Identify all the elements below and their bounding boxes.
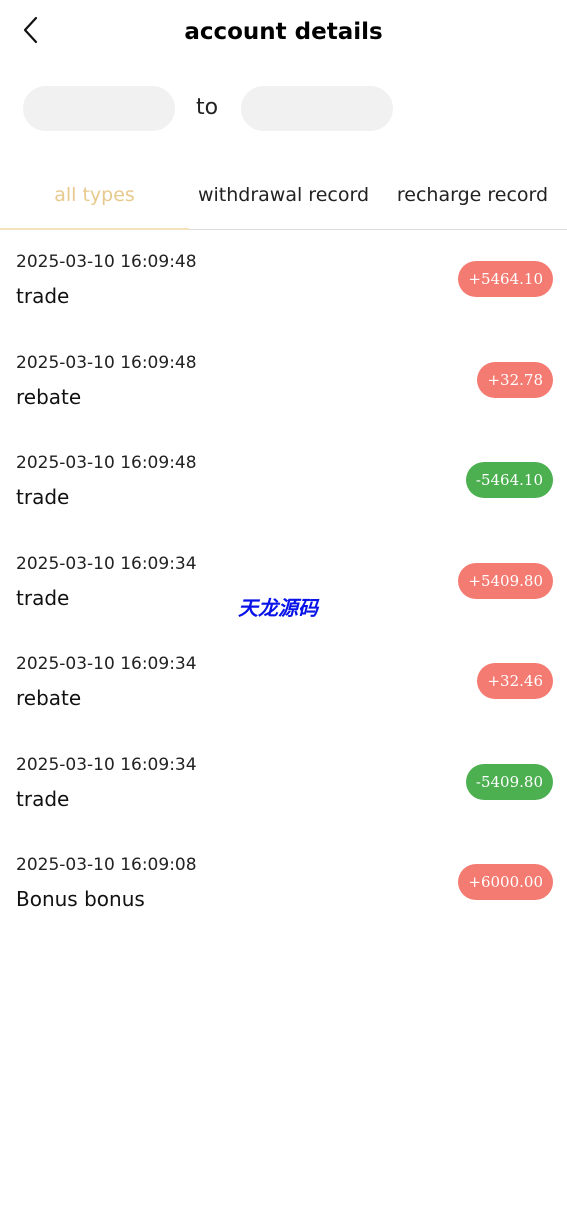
record-time: 2025-03-10 16:09:34 — [16, 754, 197, 775]
amount-badge: +6000.00 — [458, 864, 553, 900]
list-item[interactable]: 2025-03-10 16:09:34 trade -5409.80 — [0, 733, 567, 834]
list-item[interactable]: 2025-03-10 16:09:34 rebate +32.46 — [0, 632, 567, 733]
record-type: trade — [16, 284, 70, 308]
record-time: 2025-03-10 16:09:34 — [16, 654, 197, 674]
header: account details — [0, 0, 567, 68]
record-type: rebate — [16, 686, 82, 710]
page-title: account details — [184, 19, 383, 45]
amount-badge: +32.46 — [477, 663, 553, 699]
list-item[interactable]: 2025-03-10 16:09:08 Bonus bonus +6000.00 — [0, 833, 567, 934]
record-time: 2025-03-10 16:09:48 — [16, 352, 197, 373]
list-item[interactable]: 2025-03-10 16:09:48 rebate +32.78 — [0, 331, 567, 432]
record-type: trade — [16, 786, 70, 811]
record-type: Bonus bonus — [16, 887, 145, 911]
amount-badge: -5464.10 — [465, 462, 553, 498]
record-time: 2025-03-10 16:09:34 — [16, 553, 197, 574]
tab-recharge-record[interactable]: recharge record — [378, 160, 567, 229]
record-time: 2025-03-10 16:09:48 — [16, 453, 197, 473]
end-date-input[interactable] — [241, 86, 393, 131]
watermark: 天龙源码 — [238, 596, 318, 620]
list-item[interactable]: 2025-03-10 16:09:48 trade +5464.10 — [0, 230, 567, 331]
record-type: rebate — [16, 384, 82, 409]
date-range-filter: to — [0, 86, 567, 132]
amount-badge: +5464.10 — [458, 261, 553, 297]
records-list: 2025-03-10 16:09:48 trade +5464.10 2025-… — [0, 230, 567, 934]
start-date-input[interactable] — [23, 86, 175, 131]
to-label: to — [196, 95, 219, 120]
tab-withdrawal-record[interactable]: withdrawal record — [189, 160, 378, 229]
tab-all-types[interactable]: all types — [0, 160, 189, 230]
record-time: 2025-03-10 16:09:48 — [16, 252, 197, 272]
amount-badge: +5409.80 — [458, 562, 553, 599]
type-tabs: all types withdrawal record recharge rec… — [0, 160, 567, 230]
list-item[interactable]: 2025-03-10 16:09:48 trade -5464.10 — [0, 431, 567, 532]
amount-badge: -5409.80 — [465, 763, 553, 800]
amount-badge: +32.78 — [477, 361, 553, 398]
record-type: trade — [16, 485, 70, 509]
record-type: trade — [16, 585, 70, 610]
record-time: 2025-03-10 16:09:08 — [16, 855, 197, 875]
account-details-page: account details to all types withdrawal … — [0, 0, 567, 1229]
